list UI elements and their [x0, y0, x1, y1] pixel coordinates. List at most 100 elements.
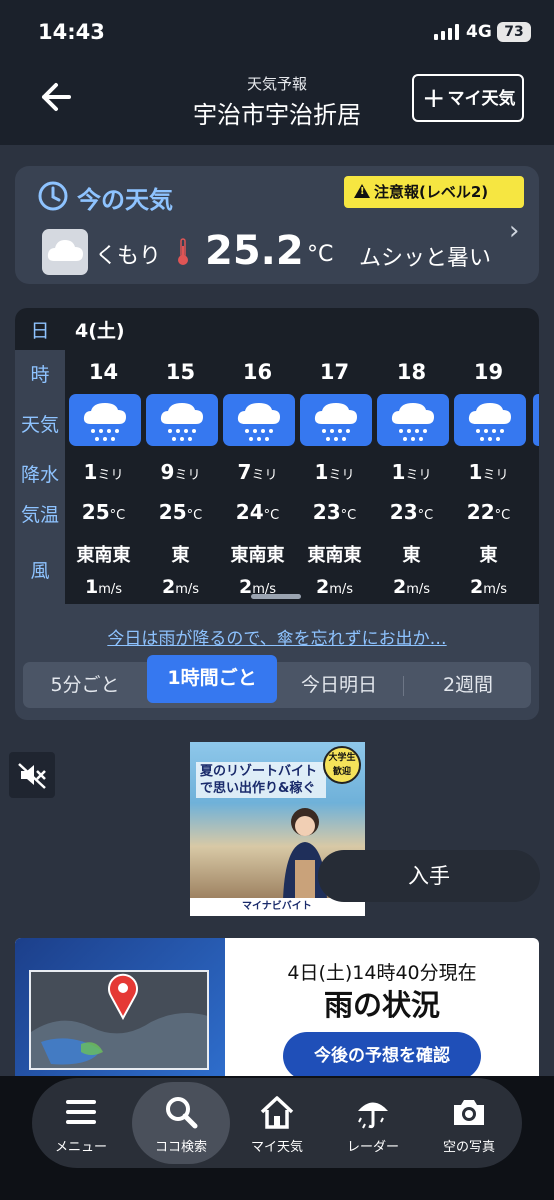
- hour-value: 18: [396, 360, 427, 384]
- rain-status-banner[interactable]: 4日(土)14時40分現在 雨の状況 今後の予想を確認: [15, 938, 539, 1088]
- warning-text: 注意報(レベル2): [374, 183, 489, 201]
- hour-column: 17 1ミリ 23°C 東南東 2m/s: [296, 350, 373, 604]
- cloud-icon: [42, 229, 88, 275]
- speaker-muted-icon: [18, 763, 46, 789]
- row-label-weather: 天気: [20, 414, 59, 436]
- search-icon: [166, 1097, 198, 1129]
- hour-column: 16 7ミリ 24°C 東南東 2m/s: [219, 350, 296, 604]
- wind-speed: 2m/s: [469, 576, 508, 598]
- hour-column: 15 9ミリ 25°C 東 2m/s: [142, 350, 219, 604]
- hour-column: 18 1ミリ 23°C 東 2m/s: [373, 350, 450, 604]
- precipitation-value: 1ミリ: [391, 460, 432, 484]
- scroll-indicator[interactable]: [251, 594, 301, 599]
- hour-value: 17: [319, 360, 350, 384]
- nav-search[interactable]: ココ検索: [132, 1082, 230, 1164]
- row-label-day: 日: [30, 320, 50, 342]
- wind-speed: 2m/s: [161, 576, 200, 598]
- temperature-unit: °C: [307, 242, 334, 267]
- hourly-grid[interactable]: 14 1ミリ 25°C 東南東 1m/s 15 9ミリ 25°C 東 2m/s 16 7ミリ 24°C 東…: [65, 350, 539, 604]
- wind-speed: 2m/s: [315, 576, 354, 598]
- mute-button[interactable]: [9, 752, 55, 798]
- interval-tabs: 5分ごと 1時間ごと 今日明日 2週間: [23, 655, 531, 708]
- rain-icon: [69, 394, 141, 446]
- temperature-value: 24°C: [235, 500, 280, 524]
- top-bar: 14:43 4G 73 天気予報 宇治市宇治折居 + マイ天気: [0, 0, 554, 145]
- precipitation-value: 1ミリ: [468, 460, 509, 484]
- warning-icon: !: [354, 184, 370, 198]
- nav-label: レーダー: [346, 1140, 399, 1155]
- clock-icon: [38, 181, 68, 211]
- nav-my-weather[interactable]: マイ天気: [228, 1078, 326, 1168]
- current-weather-card[interactable]: 今の天気 ! 注意報(レベル2) › くもり 25.2 °C ムシッと暑い: [15, 166, 539, 284]
- chevron-right-icon[interactable]: ›: [509, 216, 519, 246]
- camera-icon: [454, 1100, 484, 1125]
- rain-map-thumbnail: [15, 938, 225, 1088]
- nav-sky-photos[interactable]: 空の写真: [420, 1078, 518, 1168]
- date-row: 日 4(土): [15, 308, 539, 350]
- thermometer-icon: [178, 238, 188, 265]
- hour-column: 19 1ミリ 22°C 東 2m/s: [450, 350, 527, 604]
- nav-label: ココ検索: [154, 1140, 207, 1155]
- hourly-forecast: 日 4(土) 時 天気 降水 気温 風 14 1ミリ 25°C 東南東 1m/s 15 9ミ…: [15, 308, 539, 720]
- temperature-value: 25°C: [158, 500, 203, 524]
- rain-icon: [533, 394, 539, 446]
- row-label-rain: 降水: [20, 464, 59, 486]
- add-my-weather-button[interactable]: + マイ天気: [412, 74, 524, 122]
- forecast-date: 4(土): [75, 320, 125, 342]
- plus-icon: +: [422, 81, 446, 114]
- wind-direction: 東南東: [307, 545, 362, 566]
- wind-speed: 1m/s: [84, 576, 123, 598]
- check-forecast-button[interactable]: 今後の予想を確認: [283, 1032, 481, 1080]
- hour-column: 14 1ミリ 25°C 東南東 1m/s: [65, 350, 142, 604]
- rain-icon: [377, 394, 449, 446]
- current-weather-label: 今の天気: [77, 186, 173, 214]
- network-type: 4G: [466, 22, 492, 42]
- warning-badge[interactable]: ! 注意報(レベル2): [344, 176, 524, 208]
- my-weather-label: マイ天気: [447, 89, 516, 109]
- rain-icon: [300, 394, 372, 446]
- precipitation-value: 9ミリ: [160, 460, 201, 484]
- precipitation-value: 7ミリ: [237, 460, 278, 484]
- temperature-value: 25°C: [81, 500, 126, 524]
- current-condition: くもり: [95, 244, 162, 269]
- tab-hourly[interactable]: 1時間ごと: [147, 655, 277, 703]
- status-time: 14:43: [38, 20, 105, 44]
- current-temperature: 25.2: [205, 228, 304, 274]
- forecast-tip-link[interactable]: 今日は雨が降るので、傘を忘れずにお出か…: [15, 624, 539, 649]
- tab-today-tomorrow[interactable]: 今日明日: [277, 662, 401, 708]
- nav-radar[interactable]: レーダー: [324, 1078, 422, 1168]
- row-label-temp: 気温: [20, 504, 59, 526]
- ad-badge: 大学生歓迎: [323, 746, 361, 784]
- map-pin-icon: [108, 973, 138, 1020]
- temperature-value: 23°C: [389, 500, 434, 524]
- nav-label: マイ天気: [250, 1140, 303, 1155]
- umbrella-icon: [358, 1102, 388, 1129]
- hour-value: 15: [165, 360, 196, 384]
- rain-icon: [223, 394, 295, 446]
- feel-description: ムシッと暑い: [359, 246, 492, 271]
- tab-5min[interactable]: 5分ごと: [23, 662, 147, 708]
- nav-menu[interactable]: メニュー: [32, 1078, 130, 1168]
- hour-value: 14: [88, 360, 119, 384]
- ad-cta-button[interactable]: 入手: [318, 850, 540, 902]
- tab-divider: [403, 676, 404, 696]
- hour-value: 19: [473, 360, 504, 384]
- rain-icon: [454, 394, 526, 446]
- hour-value: 16: [242, 360, 273, 384]
- wind-direction: 東南東: [76, 545, 131, 566]
- menu-icon: [66, 1100, 96, 1124]
- wind-direction: 東南東: [230, 545, 285, 566]
- temperature-value: 22°C: [466, 500, 511, 524]
- signal-icon: [434, 24, 460, 40]
- nav-label: 空の写真: [442, 1140, 495, 1155]
- temperature-value: 23°C: [312, 500, 357, 524]
- home-icon: [260, 1096, 294, 1129]
- nav-label: メニュー: [54, 1140, 107, 1155]
- ad-title: 夏のリゾートバイトで思い出作り&稼ぐ: [196, 762, 326, 798]
- bottom-nav: メニュー ココ検索 マイ天気 レーダー 空の写真: [32, 1078, 522, 1168]
- tab-2weeks[interactable]: 2週間: [405, 662, 531, 708]
- wind-speed: 2m/s: [392, 576, 431, 598]
- rain-timestamp: 4日(土)14時40分現在: [287, 962, 477, 984]
- row-label-hour: 時: [30, 364, 50, 386]
- row-label-wind: 風: [30, 560, 50, 582]
